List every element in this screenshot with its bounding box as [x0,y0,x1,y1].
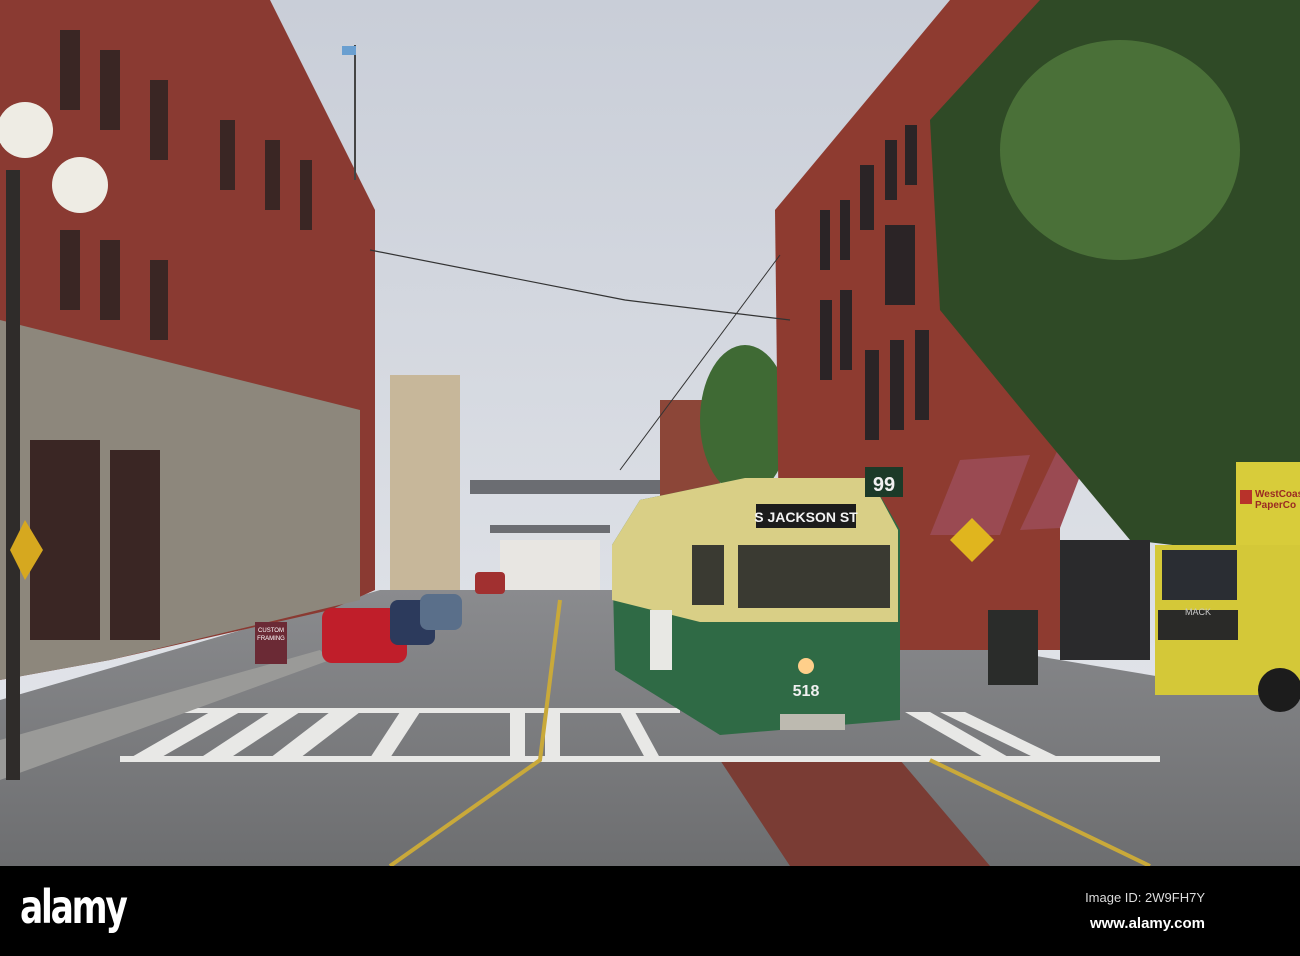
watermark-bar: alamy Image ID: 2W9FH7Y www.alamy.com [0,866,1300,956]
watermark-url: www.alamy.com [1089,915,1205,932]
photo-frame: CUSTOM FRAMING S JACKSON ST 99 518 WestC… [0,0,1300,956]
custom-framing-sign: CUSTOM FRAMING [255,622,287,664]
distant-building [500,540,600,590]
fleet-number: 518 [793,683,820,700]
trash-bin [988,610,1038,685]
route-number: 99 [873,474,895,496]
truck-sign-line1: WestCoast [1255,489,1300,500]
flag [342,46,356,55]
headlight [798,658,814,674]
tram-bumper [780,714,845,730]
truck-wheel [1258,668,1300,712]
tram: S JACKSON ST 99 518 [612,467,903,735]
truck-brand: MACK [1185,607,1211,617]
sign-text-line2: FRAMING [257,636,285,642]
distant-church-building [390,375,460,590]
street-photo: CUSTOM FRAMING S JACKSON ST 99 518 WestC… [0,0,1300,866]
alamy-logo: alamy [20,880,128,934]
overpass [470,480,660,494]
distant-car [475,572,505,594]
destination-text: S JACKSON ST [754,509,858,525]
sign-text-line1: CUSTOM [258,628,284,634]
street-tree [700,345,790,495]
shop-front [1060,540,1150,660]
truck-sign-line2: PaperCo [1255,500,1296,511]
image-id: Image ID: 2W9FH7Y [1085,890,1205,905]
tram-side-ad [650,610,672,670]
overpass-lower [490,525,610,533]
parked-car [420,594,462,630]
tree-foliage [1000,40,1240,260]
